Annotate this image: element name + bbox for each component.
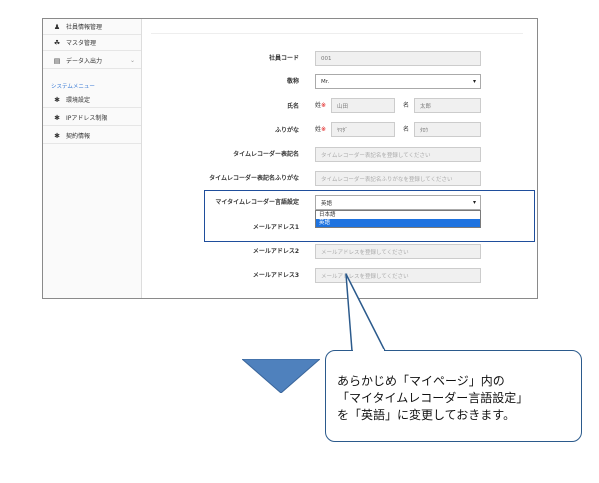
last-name-prefix: 姓※ (315, 102, 327, 109)
sidebar-item-employee[interactable]: ♟ 社員情報管理 (43, 19, 141, 35)
gear-icon: ✱ (54, 131, 60, 140)
import-export-icon: ▤ (53, 56, 61, 65)
last-kana-prefix: 姓※ (315, 126, 327, 133)
caret-down-icon: ▾ (472, 78, 476, 85)
mail3-label: メールアドレス3 (252, 272, 299, 279)
tr-kana-field[interactable]: タイムレコーダー表記名ふりがなを登録してください (315, 171, 481, 186)
sidebar-item-settings[interactable]: ✱ 環境設定 (43, 92, 141, 108)
tr-name-field[interactable]: タイムレコーダー表記名を登録してください (315, 147, 481, 162)
title-select[interactable]: Mr. ▾ (315, 74, 481, 89)
callout-line: あらかじめ「マイページ」内の (337, 374, 505, 388)
employee-code-label: 社員コード (268, 55, 299, 62)
title-select-value: Mr. (321, 78, 330, 85)
sidebar-item-label: データ入出力 (66, 58, 103, 65)
sidebar-item-data-io[interactable]: ▤ データ入出力 ⌄ (43, 53, 141, 69)
tr-kana-label: タイムレコーダー表記名ふりがな (209, 175, 299, 182)
kana-label: ふりがな (274, 127, 299, 134)
mail2-field[interactable]: メールアドレスを登録してください (315, 244, 481, 259)
first-kana-prefix: 名 (403, 126, 410, 133)
last-kana-field[interactable]: ﾔﾏﾀﾞ (331, 122, 395, 137)
mail2-label: メールアドレス2 (252, 248, 299, 255)
employee-code-field[interactable]: 001 (315, 51, 481, 66)
last-name-field[interactable]: 山田 (331, 98, 395, 113)
name-label: 氏名 (286, 103, 299, 110)
first-kana-field[interactable]: ﾀﾛｳ (414, 122, 481, 137)
callout-text: あらかじめ「マイページ」内の 「マイタイムレコーダー言語設定」 を「英語」に変更… (337, 373, 577, 424)
first-name-prefix: 名 (403, 102, 410, 109)
tr-lang-select[interactable]: 英語 ▾ (315, 195, 481, 210)
mail3-field[interactable]: メールアドレスを登録してください (315, 268, 481, 283)
caret-down-icon: ▾ (472, 199, 476, 206)
sidebar-item-label: 契約情報 (66, 133, 91, 140)
tr-lang-dropdown: 日本語 英語 (315, 210, 481, 228)
sidebar-item-contract[interactable]: ✱ 契約情報 (43, 128, 141, 144)
sitemap-icon: ☘ (53, 38, 61, 47)
chevron-down-icon: ⌄ (129, 57, 135, 64)
sidebar-item-master[interactable]: ☘ マスタ管理 (43, 35, 141, 51)
tr-lang-label: マイタイムレコーダー言語設定 (215, 199, 299, 206)
dropdown-option-japanese[interactable]: 日本語 (316, 211, 480, 219)
gear-icon: ✱ (54, 95, 60, 104)
mail1-label: メールアドレス1 (252, 224, 299, 231)
person-icon: ♟ (53, 22, 61, 31)
title-label: 敬称 (286, 78, 299, 85)
sidebar: ♟ 社員情報管理 ☘ マスタ管理 ▤ データ入出力 ⌄ システムメニュー ✱ 環… (43, 19, 142, 298)
first-name-field[interactable]: 太郎 (414, 98, 481, 113)
sidebar-item-label: IPアドレス制限 (66, 115, 108, 122)
tr-name-label: タイムレコーダー表記名 (233, 151, 299, 158)
divider (151, 33, 523, 34)
sidebar-item-ip-restriction[interactable]: ✱ IPアドレス制限 (43, 110, 141, 126)
sidebar-item-label: 社員情報管理 (66, 24, 103, 31)
sidebar-item-label: 環境設定 (66, 97, 91, 104)
dropdown-option-english[interactable]: 英語 (316, 219, 480, 227)
arrow-down-icon (242, 359, 320, 393)
sidebar-section-system: システムメニュー (51, 84, 95, 90)
sidebar-item-label: マスタ管理 (66, 40, 97, 47)
tr-lang-select-value: 英語 (321, 200, 333, 207)
callout-line: を「英語」に変更しておきます。 (337, 408, 516, 422)
gear-icon: ✱ (54, 113, 60, 122)
callout-line: 「マイタイムレコーダー言語設定」 (337, 391, 529, 405)
app-screenshot: ♟ 社員情報管理 ☘ マスタ管理 ▤ データ入出力 ⌄ システムメニュー ✱ 環… (42, 18, 538, 299)
